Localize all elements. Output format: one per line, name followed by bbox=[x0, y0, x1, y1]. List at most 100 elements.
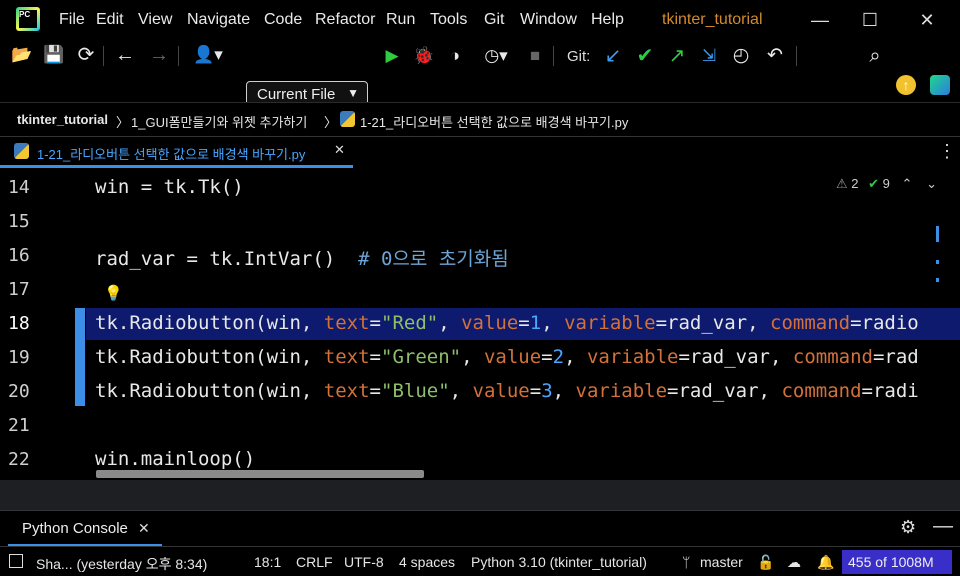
update-icon[interactable]: ↑ bbox=[896, 75, 916, 95]
toolbar-divider bbox=[178, 46, 179, 66]
python-file-icon bbox=[340, 111, 355, 127]
code-line: tk.Radiobutton(win, text="Blue", value=3… bbox=[95, 380, 919, 402]
menu-navigate[interactable]: Navigate bbox=[187, 11, 250, 29]
minimize-panel-icon[interactable]: — bbox=[933, 515, 953, 538]
next-highlight-icon[interactable]: ⌄ bbox=[926, 176, 937, 191]
cloud-icon[interactable]: ☁ bbox=[787, 554, 801, 571]
close-icon[interactable]: ✕ bbox=[915, 8, 939, 32]
open-folder-icon[interactable]: 📂 bbox=[11, 44, 33, 66]
menu-help[interactable]: Help bbox=[591, 11, 624, 29]
file-encoding[interactable]: UTF-8 bbox=[344, 554, 384, 570]
project-title: tkinter_tutorial bbox=[662, 11, 763, 28]
back-icon[interactable]: ← bbox=[114, 44, 136, 66]
line-number: 15 bbox=[8, 211, 30, 232]
chevron-down-icon: ▼ bbox=[347, 86, 359, 100]
tab-close-icon[interactable]: ✕ bbox=[334, 142, 345, 158]
line-number: 22 bbox=[8, 449, 30, 470]
breadcrumb-file[interactable]: 1-21_라디오버튼 선택한 값으로 배경색 바꾸기.py bbox=[360, 112, 628, 131]
tab-active-file[interactable]: 1-21_라디오버튼 선택한 값으로 배경색 바꾸기.py ✕ bbox=[0, 137, 353, 168]
menu-file[interactable]: File bbox=[59, 11, 85, 29]
more-icon[interactable]: ⋮ bbox=[938, 141, 956, 162]
menu-git[interactable]: Git bbox=[484, 11, 504, 29]
menu-run[interactable]: Run bbox=[386, 11, 415, 29]
prev-highlight-icon[interactable]: ⌃ bbox=[902, 176, 913, 191]
panel-toggle-icon[interactable] bbox=[9, 554, 23, 568]
menu-tools[interactable]: Tools bbox=[430, 11, 467, 29]
breadcrumb-folder[interactable]: 1_GUI폼만들기와 위젯 추가하기 bbox=[131, 112, 307, 131]
tool-window-bar: Python Console ✕ ⚙ — bbox=[0, 510, 960, 547]
scroll-marker bbox=[936, 226, 939, 242]
line-number: 14 bbox=[8, 177, 30, 198]
horizontal-scrollbar[interactable] bbox=[96, 470, 424, 478]
git-push-icon[interactable]: ↗ bbox=[666, 45, 688, 67]
scroll-marker bbox=[936, 260, 939, 264]
inspection-widget[interactable]: ⚠ 2 ✔ 9 ⌃ ⌄ bbox=[836, 176, 937, 192]
git-label: Git: bbox=[567, 48, 591, 65]
forward-icon[interactable]: → bbox=[148, 44, 170, 66]
title-bar: PC File Edit View Navigate Code Refactor… bbox=[0, 0, 960, 40]
line-separator[interactable]: CRLF bbox=[296, 554, 333, 570]
code-line: tk.Radiobutton(win, text="Green", value=… bbox=[95, 346, 919, 368]
line-number: 20 bbox=[8, 381, 30, 402]
status-bar: Sha... (yesterday 오후 8:34) 18:1 CRLF UTF… bbox=[0, 546, 960, 576]
warning-count: 2 bbox=[851, 176, 859, 191]
search-icon[interactable]: ⌕ bbox=[864, 45, 886, 67]
git-commit-icon[interactable]: ✔ bbox=[634, 45, 656, 67]
toolbar: 📂 💾 ⟳ ← → 👤▾ Current File ▼ ▶ 🐞 ◑ ◷▾ ■ G… bbox=[0, 40, 960, 109]
history-icon[interactable]: ◴ bbox=[730, 45, 752, 67]
minimize-icon[interactable]: — bbox=[808, 8, 832, 32]
debug-icon[interactable]: 🐞 bbox=[413, 45, 435, 67]
menu-view[interactable]: View bbox=[138, 11, 172, 29]
toolbar-divider bbox=[553, 46, 554, 66]
python-file-icon bbox=[14, 143, 29, 159]
menu-window[interactable]: Window bbox=[520, 11, 577, 29]
run-config-label: Current File bbox=[257, 86, 336, 103]
toolbar-divider bbox=[796, 46, 797, 66]
memory-indicator[interactable]: 455 of 1008M bbox=[842, 550, 952, 574]
console-tab-label: Python Console bbox=[22, 520, 128, 537]
breadcrumb-project[interactable]: tkinter_tutorial bbox=[17, 112, 108, 127]
save-icon[interactable]: 💾 bbox=[43, 44, 65, 66]
line-number: 16 bbox=[8, 245, 30, 266]
intention-bulb-icon[interactable]: 💡 bbox=[104, 284, 123, 302]
code-line: win.mainloop() bbox=[95, 448, 256, 470]
console-close-icon[interactable]: ✕ bbox=[138, 520, 150, 537]
notification-bell-icon[interactable]: 🔔 bbox=[817, 554, 834, 571]
sync-icon[interactable]: ⟳ bbox=[75, 44, 97, 66]
tab-label: 1-21_라디오버튼 선택한 값으로 배경색 바꾸기.py bbox=[37, 147, 306, 162]
user-dropdown-icon[interactable]: 👤▾ bbox=[190, 44, 226, 66]
profile-icon[interactable]: ◷▾ bbox=[476, 45, 516, 67]
gear-icon[interactable]: ⚙ bbox=[900, 517, 916, 538]
rollback-icon[interactable]: ↶ bbox=[764, 45, 786, 67]
memory-label: 455 of 1008M bbox=[848, 554, 934, 570]
vcs-message[interactable]: Sha... (yesterday 오후 8:34) bbox=[36, 554, 207, 574]
menu-code[interactable]: Code bbox=[264, 11, 302, 29]
code-editor[interactable]: 14 15 16 17 18 19 20 21 22 win = tk.Tk()… bbox=[0, 168, 960, 480]
chevron-right-icon: 〉 bbox=[324, 115, 338, 130]
run-icon[interactable]: ▶ bbox=[381, 45, 403, 67]
line-number: 17 bbox=[8, 279, 30, 300]
python-interpreter[interactable]: Python 3.10 (tkinter_tutorial) bbox=[471, 554, 647, 570]
code-line: win = tk.Tk() bbox=[95, 176, 244, 198]
git-branch[interactable]: master bbox=[700, 554, 743, 570]
stop-icon[interactable]: ■ bbox=[524, 45, 546, 67]
branch-icon: ᛘ bbox=[682, 554, 691, 570]
caret-position[interactable]: 18:1 bbox=[254, 554, 281, 570]
indent-setting[interactable]: 4 spaces bbox=[399, 554, 455, 570]
menu-edit[interactable]: Edit bbox=[96, 11, 124, 29]
toolbar-divider bbox=[103, 46, 104, 66]
git-update-icon[interactable]: ↙ bbox=[602, 45, 624, 67]
change-marker[interactable] bbox=[75, 308, 85, 406]
code-line: rad_var = tk.IntVar() # 0으로 초기화됨 bbox=[95, 248, 509, 270]
plugin-icon[interactable] bbox=[930, 75, 950, 95]
weak-warning-count: 9 bbox=[882, 176, 890, 191]
coverage-icon[interactable]: ◑ bbox=[444, 45, 466, 67]
breadcrumb: tkinter_tutorial 〉 1_GUI폼만들기와 위젯 추가하기 〉 … bbox=[0, 102, 960, 137]
git-compare-icon[interactable]: ⇲ bbox=[698, 45, 720, 67]
line-number: 19 bbox=[8, 347, 30, 368]
pycharm-logo-icon: PC bbox=[16, 7, 40, 31]
menu-refactor[interactable]: Refactor bbox=[315, 11, 375, 29]
maximize-icon[interactable]: ☐ bbox=[858, 8, 882, 32]
lock-icon[interactable]: 🔓 bbox=[757, 554, 774, 571]
tab-python-console[interactable]: Python Console ✕ bbox=[8, 511, 162, 547]
